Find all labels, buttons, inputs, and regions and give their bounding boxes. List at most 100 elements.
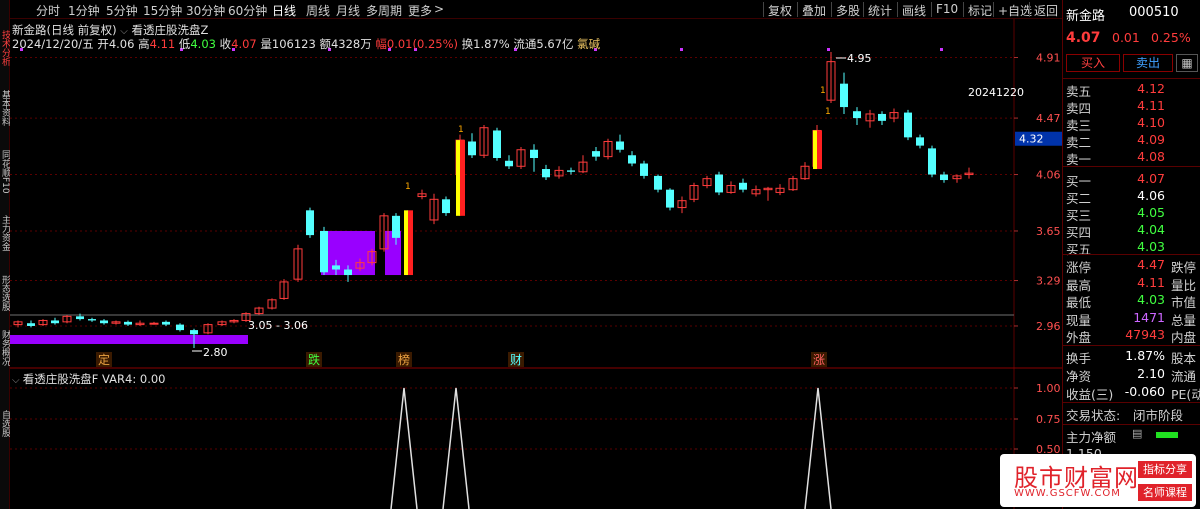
- candle-body-down: [493, 130, 501, 159]
- stat-label: 现量: [1066, 312, 1092, 328]
- toolbar-separator: [963, 2, 964, 17]
- order-level-price: 4.03: [1137, 239, 1165, 254]
- limit-up-highlight: [456, 140, 460, 216]
- toolbar-action-6[interactable]: 标记: [968, 2, 992, 19]
- side-tab-5[interactable]: 财务概况: [0, 330, 10, 385]
- toolbar-action-3[interactable]: 统计: [868, 2, 892, 19]
- panel-divider: [1063, 345, 1200, 346]
- period-tab-9[interactable]: 多周期: [366, 2, 402, 19]
- toolbar-action-2[interactable]: 多股: [836, 2, 860, 19]
- period-tab-10[interactable]: 更多: [408, 2, 432, 19]
- panel-divider: [1063, 402, 1200, 403]
- bid-row[interactable]: 买二 4.06: [1066, 188, 1200, 206]
- candle-body-down: [616, 141, 624, 150]
- side-tab-6[interactable]: 自选股: [0, 410, 10, 465]
- vol-value: 106123: [271, 37, 316, 51]
- side-tab-4[interactable]: 形态选股: [0, 275, 10, 330]
- candle-body-down: [542, 169, 550, 178]
- amount-label: 额: [319, 37, 331, 51]
- signal-mark: 1: [458, 125, 464, 135]
- range-label: 3.05 - 3.06: [248, 319, 308, 332]
- price-change: 0.01: [1112, 30, 1140, 45]
- stat-label: 净资: [1066, 369, 1092, 384]
- toolbar-action-4[interactable]: 画线: [902, 2, 926, 19]
- more-arrow-icon[interactable]: >: [434, 2, 444, 16]
- candle-body-down: [392, 215, 400, 238]
- main-flow-label: 主力净额: [1066, 430, 1117, 445]
- period-tab-5[interactable]: 60分钟: [228, 2, 267, 19]
- stat-value: 4.11: [1137, 274, 1165, 290]
- subchart-indicator-name[interactable]: 看透庄股洗盘F: [23, 372, 99, 386]
- candle-body-down: [628, 155, 636, 164]
- order-level-label: 买五: [1066, 242, 1092, 257]
- ask-row[interactable]: 卖二 4.09: [1066, 132, 1200, 150]
- stock-code: 000510: [1129, 5, 1179, 20]
- period-tab-3[interactable]: 15分钟: [143, 2, 182, 19]
- bid-row[interactable]: 买三 4.05: [1066, 205, 1200, 223]
- indicator-svg: 1.000.750.50: [10, 369, 1061, 509]
- signal-mark: 1: [820, 86, 826, 96]
- grid-icon[interactable]: ▦: [1176, 54, 1198, 72]
- candle-body-down: [176, 324, 184, 331]
- toolbar-action-7[interactable]: +自选: [998, 2, 1032, 19]
- side-tab-3[interactable]: 主力资金: [0, 215, 10, 270]
- signal-dot: [680, 48, 683, 51]
- buy-button[interactable]: 买入: [1066, 54, 1120, 72]
- bid-row[interactable]: 买四 4.04: [1066, 222, 1200, 240]
- side-tab-2[interactable]: 同花顺F10: [0, 150, 10, 205]
- period-tab-0[interactable]: 分时: [36, 2, 60, 19]
- order-level-price: 4.09: [1137, 132, 1165, 147]
- stat-extra-label: 量比: [1171, 277, 1197, 293]
- period-tab-6[interactable]: 日线: [272, 2, 296, 19]
- stat-value: 1471: [1133, 309, 1165, 325]
- high-mark-label: 4.95: [847, 52, 872, 65]
- stat-row: 收益(三) -0.060 PE(动: [1066, 384, 1200, 402]
- indicator-subchart[interactable]: 1.00 0.75 0.50 ⌵ 看透庄股洗盘F VAR4: 0.00: [10, 369, 1062, 509]
- stat-row: 最高 4.11 量比: [1066, 274, 1200, 293]
- candle-body-down: [640, 163, 648, 176]
- bid-row[interactable]: 买一 4.07: [1066, 171, 1200, 189]
- price-axis-label: 2.96: [1036, 320, 1061, 333]
- stat-value: 2.10: [1137, 366, 1165, 381]
- signal-spike: [390, 387, 418, 509]
- stat-value: 4.03: [1137, 292, 1165, 307]
- ask-row[interactable]: 卖一 4.08: [1066, 149, 1200, 167]
- stat-value: 1.87%: [1125, 348, 1165, 363]
- sub-axis-label: 1.00: [1036, 382, 1061, 395]
- toolbar-action-5[interactable]: F10: [936, 2, 958, 16]
- main-chart[interactable]: 4.91 4.47 4.06 3.65 3.29 2.96 4.32 20241220 1 1 1 1…: [10, 19, 1062, 369]
- panel-divider: [1063, 424, 1200, 425]
- period-tab-8[interactable]: 月线: [336, 2, 360, 19]
- stat-label: 涨停: [1066, 260, 1092, 275]
- stat-label: 最低: [1066, 295, 1092, 310]
- quote-header: 新金路 000510: [1066, 5, 1200, 24]
- chart-indicator-name[interactable]: 看透庄股洗盘Z: [132, 23, 209, 37]
- side-tab-1[interactable]: 基本资料: [0, 90, 10, 145]
- period-tab-2[interactable]: 5分钟: [106, 2, 138, 19]
- period-tab-7[interactable]: 周线: [306, 2, 330, 19]
- dropdown-icon[interactable]: ⌵: [12, 375, 23, 386]
- period-tab-4[interactable]: 30分钟: [186, 2, 225, 19]
- side-tab-0[interactable]: 技术分析: [0, 30, 10, 85]
- toolbar-action-8[interactable]: 返回: [1034, 2, 1058, 19]
- ask-row[interactable]: 卖五 4.12: [1066, 81, 1200, 99]
- sell-button[interactable]: 卖出: [1123, 54, 1173, 72]
- event-label: 财: [510, 353, 522, 367]
- vol-label: 量: [260, 37, 272, 51]
- candle-body-down: [344, 269, 352, 276]
- order-level-price: 4.04: [1137, 222, 1165, 237]
- ohlc-date: 2024/12/20/五: [12, 37, 94, 51]
- main-flow-icon[interactable]: ▤: [1132, 427, 1142, 440]
- stat-row: 外盘 47943 内盘: [1066, 327, 1200, 345]
- ask-row[interactable]: 卖四 4.11: [1066, 98, 1200, 116]
- kline-svg[interactable]: 4.91 4.47 4.06 3.65 3.29 2.96 4.32 20241220 1 1 1 1…: [10, 19, 1062, 369]
- toolbar-action-1[interactable]: 叠加: [802, 2, 826, 19]
- toolbar-action-0[interactable]: 复权: [768, 2, 792, 19]
- chart-ohlc-line: 2024/12/20/五 开4.06 高4.11 低4.03 收4.07 量10…: [12, 36, 600, 52]
- toolbar-separator: [797, 2, 798, 17]
- ask-row[interactable]: 卖三 4.10: [1066, 115, 1200, 133]
- period-tab-1[interactable]: 1分钟: [68, 2, 100, 19]
- industry-tag: 氯碱: [577, 37, 601, 51]
- watermark-logo: 股市财富网 WWW.GSCFW.COM 指标分享 名师课程: [1000, 454, 1196, 507]
- stat-extra-label: 跌停: [1171, 260, 1197, 275]
